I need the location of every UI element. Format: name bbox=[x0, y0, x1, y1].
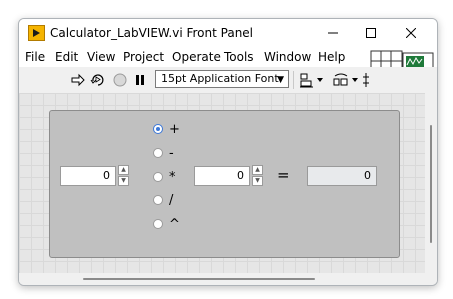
input-x-field[interactable]: 0 bbox=[60, 166, 116, 186]
radio-unselected-icon[interactable] bbox=[153, 195, 163, 205]
radio-selected-icon[interactable] bbox=[153, 124, 163, 134]
run-continuously-button[interactable] bbox=[89, 71, 107, 89]
stop-icon bbox=[113, 73, 127, 87]
distribute-objects-icon bbox=[333, 73, 358, 86]
vertical-scroll-thumb[interactable] bbox=[430, 125, 432, 243]
decrement-arrow-icon[interactable]: ▼ bbox=[252, 176, 263, 186]
radio-label: * bbox=[169, 170, 176, 185]
radio-unselected-icon[interactable] bbox=[153, 219, 163, 229]
pause-button[interactable] bbox=[131, 71, 149, 89]
radio-label: + bbox=[169, 122, 180, 137]
align-objects-icon bbox=[300, 73, 323, 88]
menu-view[interactable]: View bbox=[87, 50, 115, 64]
menu-operate[interactable]: Operate bbox=[172, 50, 221, 64]
menu-tools[interactable]: Tools bbox=[224, 50, 254, 64]
maximize-icon bbox=[366, 28, 376, 38]
radio-label: - bbox=[169, 146, 174, 161]
title-bar: Calculator_LabVIEW.vi Front Panel bbox=[19, 19, 437, 47]
align-objects-button[interactable] bbox=[299, 71, 325, 89]
run-continuously-icon bbox=[90, 74, 104, 86]
minimize-button[interactable] bbox=[315, 19, 351, 47]
run-arrow-icon bbox=[71, 73, 85, 87]
minimize-icon bbox=[328, 32, 338, 34]
distribute-objects-button[interactable] bbox=[332, 71, 360, 89]
input-x-spinner: ▲ ▼ bbox=[118, 165, 129, 186]
menu-window[interactable]: Window bbox=[264, 50, 311, 64]
chevron-down-icon: ▼ bbox=[277, 75, 284, 85]
menu-edit[interactable]: Edit bbox=[55, 50, 78, 64]
result-indicator: 0 bbox=[307, 166, 377, 186]
increment-arrow-icon[interactable]: ▲ bbox=[118, 165, 129, 175]
resize-objects-icon bbox=[363, 73, 369, 87]
radio-label: / bbox=[169, 193, 174, 208]
resize-objects-button[interactable] bbox=[362, 71, 370, 89]
input-y-field[interactable]: 0 bbox=[194, 166, 250, 186]
radio-label: ^ bbox=[169, 217, 180, 232]
font-select-value: 15pt Application Font bbox=[161, 72, 279, 85]
window-title: Calculator_LabVIEW.vi Front Panel bbox=[50, 26, 254, 40]
toolbar-separator bbox=[293, 71, 294, 89]
horizontal-scroll-thumb[interactable] bbox=[83, 278, 315, 280]
decrement-arrow-icon[interactable]: ▼ bbox=[118, 176, 129, 186]
pause-icon bbox=[136, 75, 144, 85]
menu-help[interactable]: Help bbox=[318, 50, 345, 64]
menu-project[interactable]: Project bbox=[123, 50, 164, 64]
font-select[interactable]: 15pt Application Font ▼ bbox=[155, 70, 289, 88]
run-button[interactable] bbox=[69, 71, 87, 89]
front-panel-window: Calculator_LabVIEW.vi Front Panel File E… bbox=[18, 18, 438, 286]
increment-arrow-icon[interactable]: ▲ bbox=[252, 165, 263, 175]
vertical-scrollbar[interactable] bbox=[425, 93, 437, 273]
horizontal-scrollbar[interactable] bbox=[19, 273, 437, 285]
menu-file[interactable]: File bbox=[25, 50, 45, 64]
radio-unselected-icon[interactable] bbox=[153, 172, 163, 182]
maximize-button[interactable] bbox=[353, 19, 389, 47]
close-button[interactable] bbox=[393, 19, 429, 47]
radio-unselected-icon[interactable] bbox=[153, 148, 163, 158]
toolbar: 15pt Application Font ▼ bbox=[19, 67, 437, 94]
input-y-spinner: ▲ ▼ bbox=[252, 165, 263, 186]
labview-app-icon bbox=[28, 25, 45, 41]
abort-button[interactable] bbox=[111, 71, 129, 89]
equals-sign: = bbox=[277, 166, 290, 184]
close-icon bbox=[406, 28, 416, 38]
